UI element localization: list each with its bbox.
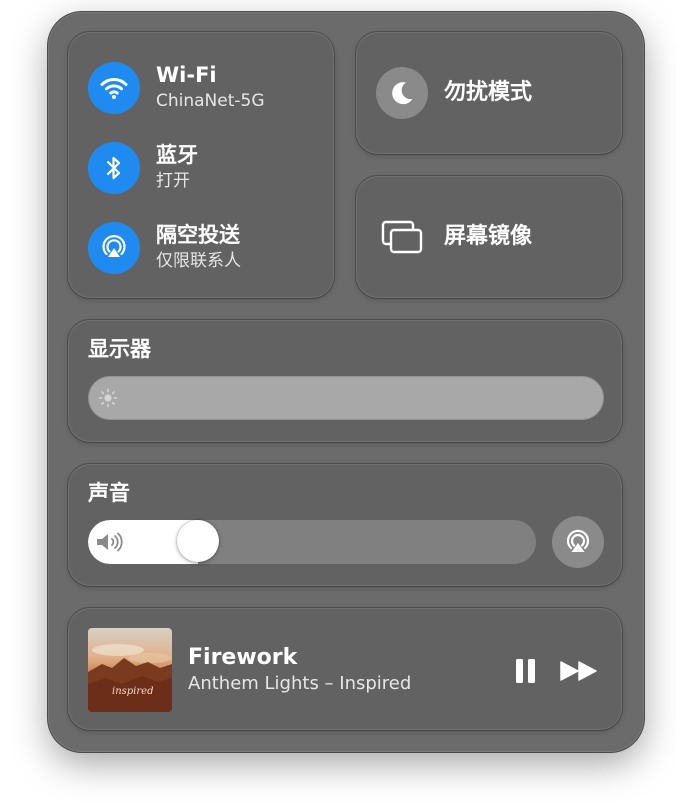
wifi-label: Wi-Fi [156, 63, 217, 87]
pause-icon[interactable] [514, 658, 538, 684]
wifi-icon[interactable] [88, 62, 140, 114]
speaker-icon [97, 532, 123, 552]
next-track-icon[interactable] [560, 660, 598, 682]
display-card: 显示器 [68, 320, 622, 442]
airdrop-icon[interactable] [88, 222, 140, 274]
bluetooth-icon[interactable] [88, 142, 140, 194]
control-center-panel: Wi-Fi ChinaNet-5G 蓝牙 打开 隔空投送 仅限联系人 勿扰模式 … [48, 12, 644, 752]
airdrop-status: 仅限联系人 [156, 251, 241, 271]
screen-mirroring-label: 屏幕镜像 [444, 224, 533, 249]
airdrop-label: 隔空投送 [156, 223, 240, 247]
volume-slider[interactable] [88, 520, 536, 564]
do-not-disturb-tile[interactable]: 勿扰模式 [356, 32, 622, 154]
album-artwork[interactable]: inspired [88, 628, 172, 712]
volume-knob[interactable] [177, 520, 220, 562]
now-playing-card: inspired Firework Anthem Lights – Inspir… [68, 608, 622, 730]
brightness-icon [98, 388, 118, 408]
bluetooth-label: 蓝牙 [156, 143, 198, 167]
airplay-audio-icon[interactable] [552, 516, 604, 568]
network-card: Wi-Fi ChinaNet-5G 蓝牙 打开 隔空投送 仅限联系人 [68, 32, 334, 298]
airdrop-row[interactable]: 隔空投送 仅限联系人 [88, 222, 328, 274]
bluetooth-row[interactable]: 蓝牙 打开 [88, 142, 328, 194]
screen-mirroring-icon [376, 211, 428, 263]
screen-mirroring-tile[interactable]: 屏幕镜像 [356, 176, 622, 298]
moon-icon [376, 67, 428, 119]
album-artwork-text: inspired [112, 686, 153, 697]
wifi-row[interactable]: Wi-Fi ChinaNet-5G [88, 62, 328, 114]
track-artist: Anthem Lights – Inspired [188, 673, 412, 694]
track-title: Firework [188, 645, 298, 670]
bluetooth-status: 打开 [156, 171, 190, 191]
sound-card: 声音 [68, 464, 622, 586]
sound-title: 声音 [88, 481, 130, 505]
display-title: 显示器 [88, 337, 151, 361]
wifi-network-name: ChinaNet-5G [156, 91, 265, 111]
do-not-disturb-label: 勿扰模式 [444, 80, 533, 105]
brightness-slider[interactable] [88, 376, 604, 420]
